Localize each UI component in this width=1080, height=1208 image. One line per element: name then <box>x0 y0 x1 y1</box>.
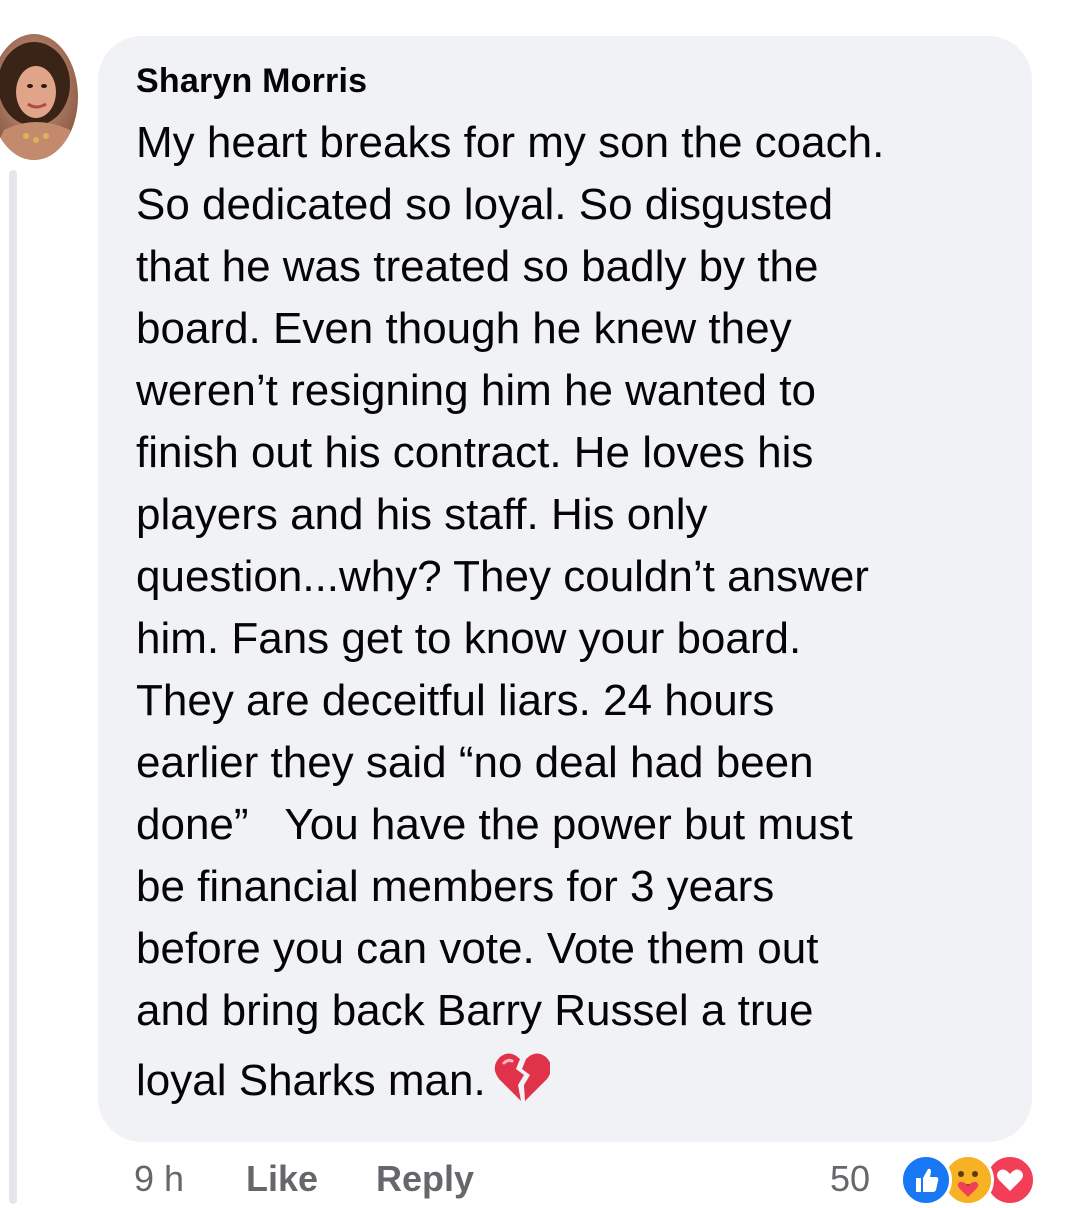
avatar-photo <box>0 34 78 160</box>
comment-text: My heart breaks for my son the coach. So… <box>136 112 1016 1120</box>
reaction-count: 50 <box>830 1158 871 1199</box>
comment-line: They are deceitful liars. 24 hours <box>136 676 775 725</box>
comment-line: that he was treated so badly by the <box>136 242 819 291</box>
comment-line: So dedicated so loyal. So disgusted <box>136 180 834 229</box>
avatar[interactable] <box>0 34 78 160</box>
reply-button[interactable]: Reply <box>376 1158 474 1200</box>
broken-heart-icon <box>494 1051 551 1120</box>
like-button[interactable]: Like <box>246 1158 318 1200</box>
comment-line: done” You have the power but must <box>136 800 853 849</box>
like-reaction-icon <box>900 1154 952 1206</box>
comment-line: board. Even though he knew they <box>136 304 792 353</box>
timestamp[interactable]: 9 h <box>134 1158 184 1200</box>
comment-line: weren’t resigning him he wanted to <box>136 366 816 415</box>
comment-line: before you can vote. Vote them out <box>136 924 819 973</box>
author-name[interactable]: Sharyn Morris <box>136 62 367 101</box>
comment-line: and bring back Barry Russel a true <box>136 986 814 1035</box>
comment-line: question...why? They couldn’t answer <box>136 552 869 601</box>
comment-line: be financial members for 3 years <box>136 862 775 911</box>
comment-line: loyal Sharks man. <box>136 1056 486 1105</box>
comment-line: My heart breaks for my son the coach. <box>136 118 885 167</box>
comment-line: players and his staff. His only <box>136 490 708 539</box>
thread-line <box>9 170 17 1204</box>
comment-line: earlier they said “no deal had been <box>136 738 814 787</box>
comment-line: finish out his contract. He loves his <box>136 428 814 477</box>
comment-line-last: loyal Sharks man. <box>136 1050 1016 1120</box>
comment-line: him. Fans get to know your board. <box>136 614 802 663</box>
